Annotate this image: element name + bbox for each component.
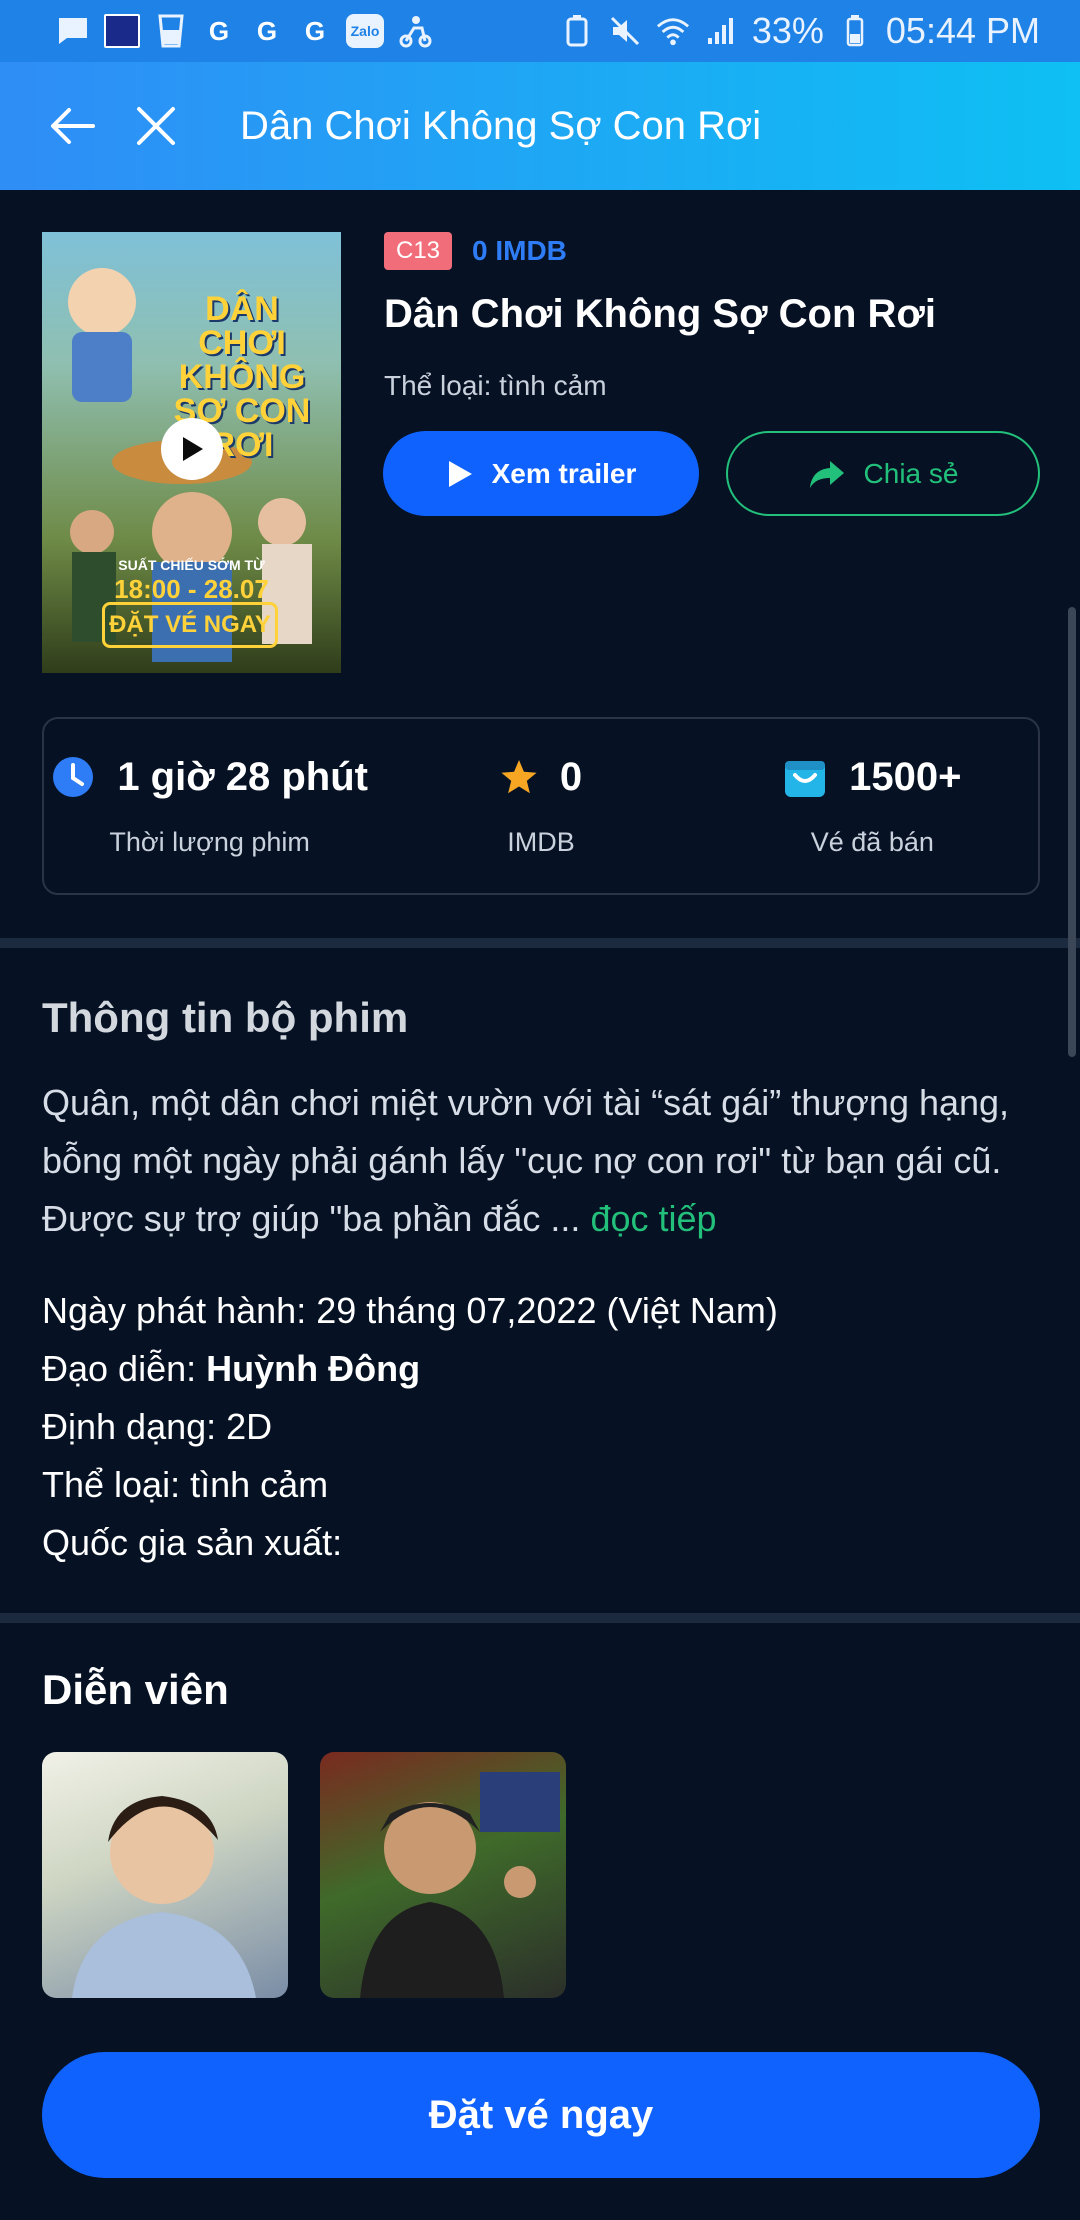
actor-photo[interactable]	[42, 1752, 288, 1998]
release-date-row: Ngày phát hành: 29 tháng 07,2022 (Việt N…	[42, 1282, 1042, 1340]
page-title: Dân Chơi Không Sợ Con Rơi	[240, 103, 762, 148]
poster-showtime-value: 18:00 - 28.07	[114, 574, 269, 604]
play-icon	[448, 460, 472, 487]
movie-genre: Thể loại: tình cảm	[384, 370, 607, 401]
movie-synopsis: Quân, một dân chơi miệt vườn với tài “sá…	[42, 1074, 1052, 1248]
clock-icon	[53, 757, 94, 797]
clock-time: 05:44 PM	[885, 10, 1040, 51]
wifi-icon	[656, 14, 690, 48]
genre-value: tình cảm	[190, 1464, 329, 1505]
close-button[interactable]	[116, 86, 196, 166]
g-icon: G	[208, 15, 230, 46]
release-date-label: Ngày phát hành:	[42, 1290, 307, 1331]
flag-icon	[104, 14, 140, 48]
read-more-link[interactable]: đọc tiếp	[590, 1198, 716, 1239]
chat-icon	[56, 14, 90, 48]
stat-imdb-label: IMDB	[507, 827, 575, 857]
stat-tickets: 1500+ Vé đã bán	[707, 719, 1038, 893]
genre-label: Thể loại:	[42, 1464, 181, 1505]
movie-details: Ngày phát hành: 29 tháng 07,2022 (Việt N…	[42, 1282, 1042, 1572]
g-icon: G	[304, 15, 326, 46]
stat-tickets-value: 1500+	[849, 754, 962, 799]
stat-imdb: 0 IMDB	[375, 719, 706, 893]
g-icon: G	[256, 15, 278, 46]
arrow-left-icon	[51, 108, 95, 144]
director-value: Huỳnh Đông	[206, 1348, 421, 1389]
movie-title: Dân Chơi Không Sợ Con Rơi	[384, 292, 936, 336]
signal-icon	[704, 14, 738, 48]
stat-tickets-label: Vé đã bán	[810, 827, 934, 857]
status-bar: G G G Zalo 33% 05:44 PM	[0, 0, 1080, 62]
star-icon	[501, 760, 537, 794]
zalo-icon: Zalo	[346, 14, 384, 48]
watch-trailer-label: Xem trailer	[491, 457, 637, 489]
synopsis-text: Quân, một dân chơi miệt vườn với tài “sá…	[42, 1082, 1010, 1239]
format-label: Định dạng:	[42, 1406, 217, 1447]
movie-stats: 1 giờ 28 phút Thời lượng phim 0 IMDB 150…	[42, 717, 1040, 895]
age-rating-badge: C13	[384, 232, 452, 270]
battery-saver-icon	[560, 14, 594, 48]
stat-duration-value: 1 giờ 28 phút	[117, 754, 368, 799]
release-date-value: 29 tháng 07,2022 (Việt Nam)	[316, 1290, 778, 1331]
watch-trailer-button[interactable]: Xem trailer	[383, 431, 699, 516]
app-bar: Dân Chơi Không Sợ Con Rơi	[0, 62, 1080, 190]
share-button[interactable]: Chia sẻ	[726, 431, 1040, 516]
country-row: Quốc gia sản xuất:	[42, 1514, 1042, 1572]
battery-percent: 33%	[751, 10, 824, 51]
director-label: Đạo diễn:	[42, 1348, 197, 1389]
status-bar-left: G G G Zalo	[56, 14, 432, 48]
scrollbar[interactable]	[1068, 607, 1076, 1057]
genre-row: Thể loại: tình cảm	[42, 1456, 1042, 1514]
poster-cta: ĐẶT VÉ NGAY	[102, 602, 278, 648]
book-ticket-button[interactable]: Đặt vé ngay	[42, 2052, 1040, 2178]
format-row: Định dạng: 2D	[42, 1398, 1042, 1456]
actor-photo[interactable]	[320, 1752, 566, 1998]
ticket-bag-icon	[785, 761, 826, 797]
stat-duration-label: Thời lượng phim	[109, 827, 310, 857]
status-bar-right: 33% 05:44 PM	[560, 10, 1040, 52]
scooter-icon	[398, 14, 432, 48]
play-icon	[183, 437, 203, 461]
director-row: Đạo diễn: Huỳnh Đông	[42, 1340, 1042, 1398]
actor-photo-art	[360, 1772, 560, 1998]
section-divider	[0, 938, 1080, 948]
back-button[interactable]	[32, 86, 112, 166]
battery-icon	[838, 14, 872, 48]
stat-imdb-value: 0	[559, 754, 583, 799]
cup-icon	[154, 14, 188, 48]
close-icon	[137, 107, 175, 145]
actor-photo-art	[72, 1796, 256, 1998]
poster-showtime-label: SUẤT CHIẾU SỚM TỪ	[118, 557, 265, 573]
format-value: 2D	[226, 1406, 273, 1447]
cast-section-title: Diễn viên	[42, 1666, 229, 1713]
mute-icon	[608, 14, 642, 48]
country-label: Quốc gia sản xuất:	[42, 1522, 343, 1563]
info-section-title: Thông tin bộ phim	[42, 994, 409, 1041]
section-divider	[0, 1613, 1080, 1623]
share-label: Chia sẻ	[863, 457, 959, 489]
stat-duration: 1 giờ 28 phút Thời lượng phim	[44, 719, 375, 893]
share-arrow-icon	[809, 460, 844, 488]
imdb-score: 0 IMDB	[472, 235, 567, 266]
play-trailer-button[interactable]	[161, 418, 223, 480]
